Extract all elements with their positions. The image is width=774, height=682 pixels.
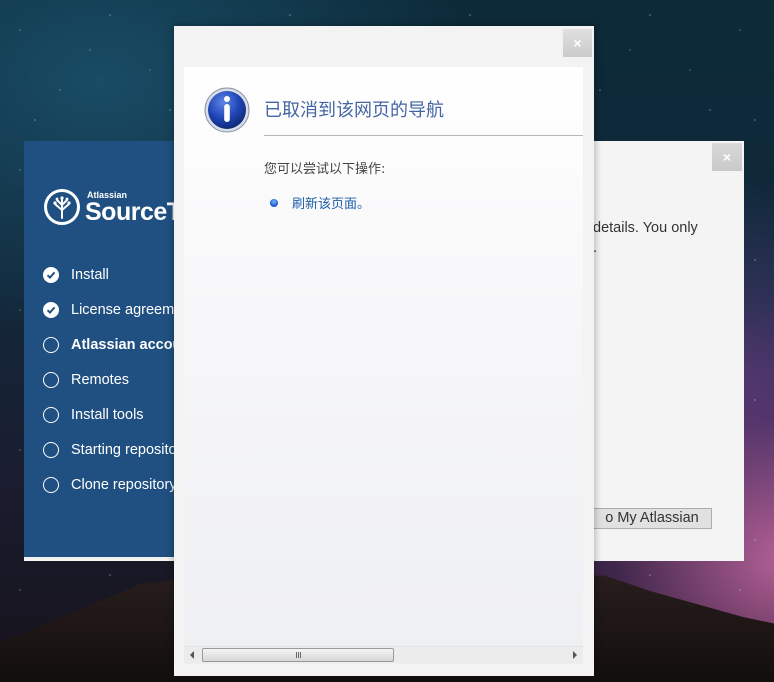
setup-steps-list: Install License agreement Atlassian acco…: [43, 257, 184, 502]
dialog-close-button[interactable]: ×: [563, 29, 592, 57]
step-label: License agreement: [71, 301, 184, 318]
step-label: Remotes: [71, 371, 130, 388]
horizontal-scrollbar[interactable]: [184, 646, 583, 663]
close-icon: ×: [573, 35, 582, 51]
go-to-my-atlassian-button[interactable]: o My Atlassian: [584, 508, 712, 529]
sourcetree-tree-icon: [44, 189, 80, 225]
scrollbar-thumb[interactable]: [202, 648, 394, 662]
brand-sourcetree: SourceTree: [85, 197, 184, 226]
empty-circle-icon: [43, 336, 59, 353]
check-circle-icon: [43, 301, 59, 318]
sourcetree-logo: Atlassian SourceTree: [44, 189, 184, 225]
bullet-icon: [270, 198, 278, 207]
setup-body-text: details. You only .: [593, 218, 698, 258]
empty-circle-icon: [43, 371, 59, 388]
hint-text: 您可以尝试以下操作:: [264, 162, 386, 177]
empty-circle-icon: [43, 441, 59, 458]
step-label: Install: [71, 266, 109, 283]
setup-step-install-tools: Install tools: [43, 397, 184, 432]
heading-divider: [264, 135, 583, 136]
scroll-left-arrow-icon[interactable]: [190, 651, 194, 659]
close-icon: ×: [722, 149, 732, 165]
setup-step-license: License agreement: [43, 292, 184, 327]
setup-step-remotes: Remotes: [43, 362, 184, 397]
info-icon: [204, 87, 250, 133]
empty-circle-icon: [43, 476, 59, 493]
setup-step-atlassian-account: Atlassian account: [43, 327, 184, 362]
suggestion-item: 刷新该页面。: [270, 193, 370, 212]
scroll-right-arrow-icon[interactable]: [573, 651, 577, 659]
setup-body-line-1: details. You only: [593, 220, 698, 236]
navigation-cancelled-dialog: × 已取消到该网页的导航 您可以尝试以下操作: 刷新该页面。: [174, 26, 594, 676]
check-circle-icon: [43, 266, 59, 283]
setup-body-line-2: .: [593, 240, 598, 256]
setup-sidebar: Atlassian SourceTree Install License agr…: [24, 141, 184, 559]
step-label: Clone repository: [71, 476, 177, 493]
empty-circle-icon: [43, 406, 59, 423]
step-label: Atlassian account: [71, 336, 184, 353]
refresh-page-link[interactable]: 刷新该页面。: [292, 193, 370, 212]
step-label: Install tools: [71, 406, 144, 423]
step-label: Starting repository: [71, 441, 184, 458]
setup-step-clone-repository: Clone repository: [43, 467, 184, 502]
webview-content: 已取消到该网页的导航 您可以尝试以下操作: 刷新该页面。: [184, 67, 583, 664]
setup-close-button[interactable]: ×: [712, 143, 742, 171]
setup-step-starting-repository: Starting repository: [43, 432, 184, 467]
page-heading: 已取消到该网页的导航: [264, 100, 444, 121]
grip-icon: [295, 652, 301, 658]
setup-step-install: Install: [43, 257, 184, 292]
